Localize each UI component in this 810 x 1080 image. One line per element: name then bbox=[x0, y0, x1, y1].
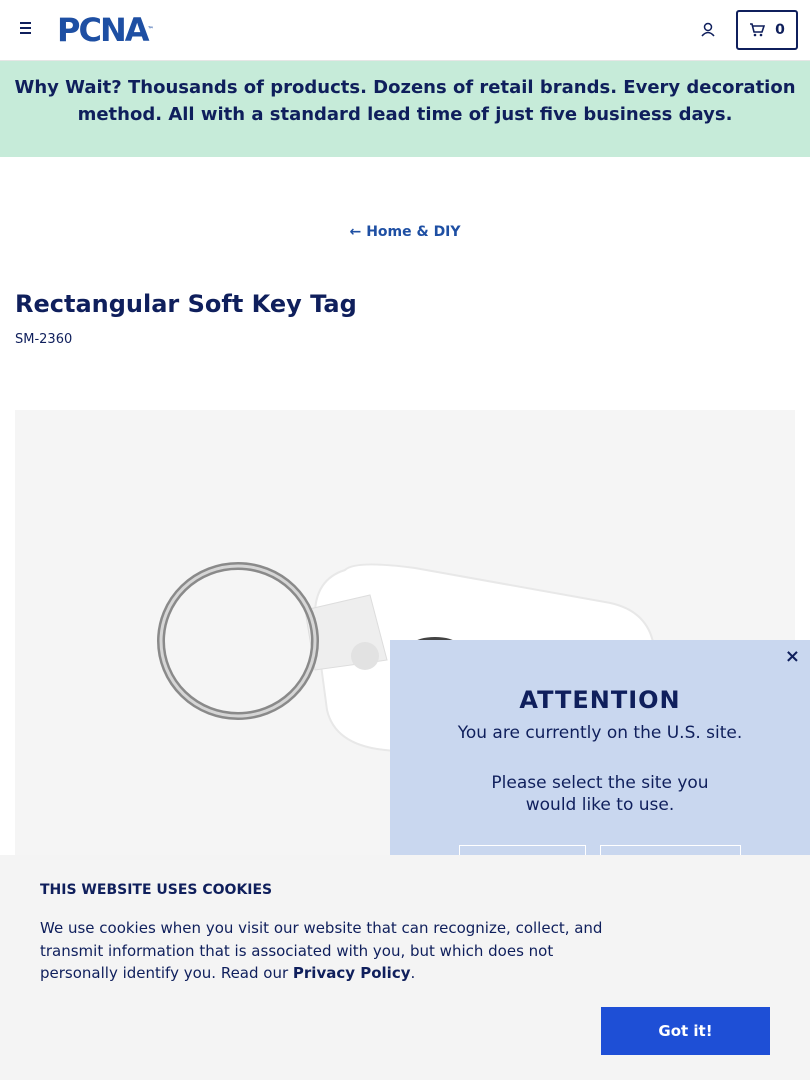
cookie-text: We use cookies when you visit our websit… bbox=[40, 917, 620, 985]
product-title: Rectangular Soft Key Tag bbox=[15, 290, 357, 318]
breadcrumb-back-link[interactable]: ← Home & DIY bbox=[0, 224, 810, 240]
menu-icon[interactable] bbox=[20, 22, 36, 38]
privacy-policy-link[interactable]: Privacy Policy bbox=[293, 964, 411, 982]
site-header: PCNA™ 0 bbox=[0, 0, 810, 61]
cookie-title: THIS WEBSITE USES COOKIES bbox=[40, 882, 273, 898]
close-icon[interactable]: × bbox=[785, 646, 800, 667]
promo-banner: Why Wait? Thousands of products. Dozens … bbox=[0, 61, 810, 157]
cookie-banner: THIS WEBSITE USES COOKIES We use cookies… bbox=[0, 855, 810, 1080]
cookie-accept-button[interactable]: Got it! bbox=[601, 1007, 770, 1055]
product-sku: SM-2360 bbox=[15, 332, 73, 347]
modal-current-site: You are currently on the U.S. site. bbox=[457, 723, 743, 743]
modal-heading: ATTENTION bbox=[519, 686, 681, 714]
logo-trademark: ™ bbox=[147, 26, 154, 33]
modal-prompt: Please select the site you would like to… bbox=[491, 773, 709, 815]
cart-count: 0 bbox=[775, 22, 785, 38]
user-icon[interactable] bbox=[699, 21, 717, 39]
cart-icon bbox=[750, 23, 766, 37]
arrow-left-icon: ← bbox=[349, 224, 362, 240]
pcna-logo[interactable]: PCNA™ bbox=[57, 13, 153, 47]
logo-text: PCNA bbox=[57, 11, 149, 49]
cart-button[interactable]: 0 bbox=[736, 10, 798, 50]
promo-text: Why Wait? Thousands of products. Dozens … bbox=[14, 77, 796, 125]
cookie-period: . bbox=[410, 964, 416, 982]
breadcrumb-label: Home & DIY bbox=[366, 224, 461, 240]
site-select-modal: × ATTENTION You are currently on the U.S… bbox=[390, 640, 810, 865]
